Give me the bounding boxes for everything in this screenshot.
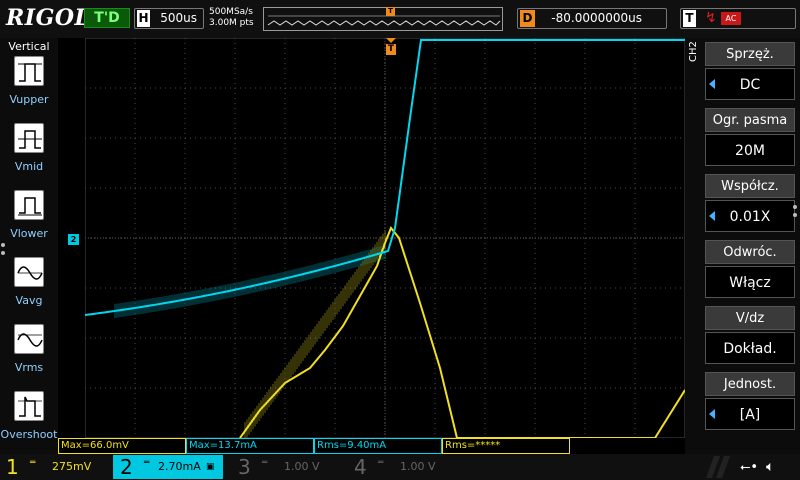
coupling-value: DC [705,68,795,100]
ch2-dc-coupling-icon: ═ [144,458,150,468]
measure-vavg[interactable]: Vavg [0,257,58,321]
sample-rate: 500MSa/s [209,7,253,17]
menu-toggle-icon[interactable] [706,456,736,478]
vmid-icon [14,123,44,153]
top-status-bar: RIGOL T'D H 500us 500MSa/s 3.00M pts T D… [0,0,800,38]
trigger-source: AC [721,12,741,25]
vrms-icon [14,324,44,354]
ch3-dc-coupling-icon: ═ [262,458,268,468]
ch3-number[interactable]: 3 [238,455,251,479]
memory-overview-waveform [267,15,501,26]
usb-icon: ⭠• [740,460,759,475]
vmid-label: Vmid [14,160,44,173]
vlower-label: Vlower [10,227,48,240]
invert-title: Odwróc. [705,240,795,264]
ch2-noise-band [114,244,386,318]
menu-invert[interactable]: Odwróc. Włącz [705,240,795,302]
menu-unit[interactable]: Jednost. [A] [705,372,795,434]
trigger-label: T [683,10,696,27]
menu-coupling[interactable]: Sprzęż. DC [705,42,795,104]
menu-volts-per-div[interactable]: V/dz Dokład. [705,306,795,368]
vupper-label: Vupper [9,93,49,106]
ch1-noise-band [244,230,386,438]
menu-probe-ratio[interactable]: Współcz. 0.01X [705,174,795,236]
left-arrow-icon [709,211,715,221]
delay-value: -80.0000000us [551,11,642,25]
memory-depth: 3.00M pts [209,18,254,28]
ch2-bandwidth-icon: ▣ [206,462,215,472]
ch4-dc-coupling-icon: ═ [378,458,384,468]
vupper-icon [14,56,44,86]
run-status-badge[interactable]: T'D [84,8,130,28]
measurement-ch2-rms[interactable]: Rms=9.40mA [314,438,442,454]
menu-channel-label: CH2 [688,41,699,62]
ch4-number[interactable]: 4 [354,455,367,479]
ch1-scale[interactable]: 275mV [52,459,91,475]
ch2-scale[interactable]: 2.70mA [158,459,201,475]
trigger-position-marker: T [386,7,395,16]
left-menu-scroll-indicator [1,243,6,263]
channel-status-bar: 1 ═ 275mV 2 ═ 2.70mA ▣ 3 ═ 1.00 V 4 ═ 1.… [0,454,800,480]
measurement-ch2-max[interactable]: Max=13.7mA [186,438,314,454]
overshoot-label: Overshoot [0,428,58,441]
waveform-display[interactable] [85,38,685,438]
ch2-number[interactable]: 2 [120,455,133,479]
left-measure-menu: Vertical Vupper Vmid Vlower Vavg Vrms Ov… [0,38,58,454]
measure-vmid[interactable]: Vmid [0,123,58,187]
measure-vrms[interactable]: Vrms [0,324,58,388]
delay-label: D [520,10,535,27]
trigger-time-marker[interactable]: T [385,38,397,56]
bandwidth-limit-title: Ogr. pasma [705,108,795,132]
right-menu-scroll-indicator [793,205,798,225]
probe-ratio-value: 0.01X [705,200,795,232]
measurement-ch1-rms[interactable]: Rms=***** [442,438,570,454]
vlower-icon [14,190,44,220]
left-arrow-icon [709,79,715,89]
bandwidth-limit-value: 20M [705,134,795,166]
ch1-dc-coupling-icon: ═ [30,458,36,468]
measure-vlower[interactable]: Vlower [0,190,58,254]
unit-title: Jednost. [705,372,795,396]
timebase-value: 500us [160,11,197,25]
vrms-label: Vrms [14,361,44,374]
trigger-status[interactable]: T ↯ AC [680,8,796,29]
ch1-number[interactable]: 1 [6,455,19,479]
ch3-scale[interactable]: 1.00 V [284,459,320,475]
graticule [85,38,685,438]
left-arrow-icon [709,409,715,419]
ch4-scale[interactable]: 1.00 V [400,459,436,475]
unit-value: [A] [705,398,795,430]
volts-per-div-value: Dokład. [705,332,795,364]
speaker-muted-icon[interactable]: 🔈︎ [766,459,774,475]
left-menu-title: Vertical [8,40,50,53]
brand-logo: RIGOL [6,5,91,31]
vavg-label: Vavg [15,294,43,307]
ch2-offset-marker[interactable]: 2 [68,234,79,245]
menu-bandwidth-limit[interactable]: Ogr. pasma 20M [705,108,795,170]
probe-ratio-title: Współcz. [705,174,795,198]
ch1-waveform [239,226,685,438]
horizontal-delay[interactable]: D -80.0000000us [517,8,667,29]
vavg-icon [14,257,44,287]
volts-per-div-title: V/dz [705,306,795,330]
measure-vupper[interactable]: Vupper [0,56,58,120]
coupling-title: Sprzęż. [705,42,795,66]
memory-overview-bar: T [263,7,503,31]
trigger-time-marker-label: T [387,44,395,54]
invert-value: Włącz [705,266,795,298]
horizontal-label: H [137,10,150,27]
overshoot-icon [14,391,44,421]
rising-edge-icon: ↯ [705,10,717,26]
horizontal-timebase[interactable]: H 500us [134,8,204,29]
measure-overshoot[interactable]: Overshoot [0,391,58,455]
measurement-ch1-max[interactable]: Max=66.0mV [58,438,186,454]
